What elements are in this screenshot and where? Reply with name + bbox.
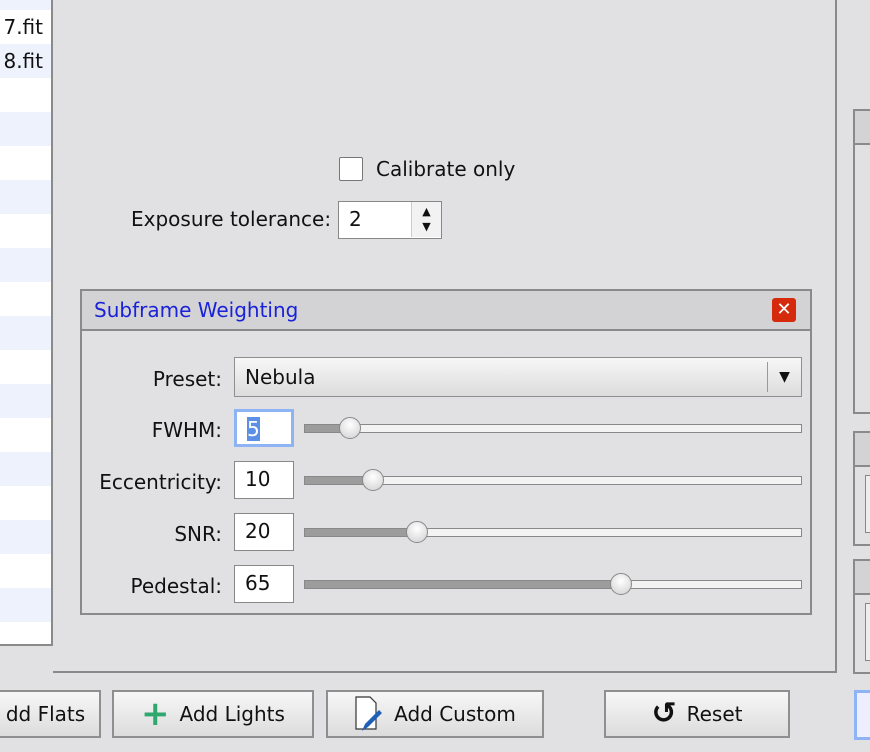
file-list-row[interactable] [0,112,51,146]
param-input[interactable]: 65 [234,565,294,603]
file-list-row[interactable] [0,622,51,644]
param-input[interactable]: 10 [234,461,294,499]
right-action-button[interactable] [854,690,870,740]
param-value: 5 [247,417,260,441]
preset-label: Preset: [152,367,222,391]
calibrate-only-checkbox[interactable] [339,157,363,181]
add-flats-button[interactable]: dd Flats [0,690,101,738]
slider-thumb[interactable] [609,573,632,595]
file-list-row[interactable] [0,384,51,418]
preset-value: Nebula [245,365,316,389]
reset-label: Reset [686,702,743,726]
file-list-row[interactable] [0,554,51,588]
file-list-row[interactable] [0,520,51,554]
right-panel-3 [853,559,870,674]
file-list-row[interactable] [0,316,51,350]
param-value: 65 [245,571,271,595]
file-list[interactable]: 7.fit 8.fit [0,0,53,646]
file-list-row[interactable] [0,180,51,214]
file-list-row[interactable] [0,248,51,282]
file-list-row[interactable]: 7.fit [0,10,51,44]
exposure-tolerance-spinner[interactable]: 2 ▲ ▼ [338,201,442,239]
right-panel-1 [853,109,870,414]
file-list-row[interactable] [0,282,51,316]
add-lights-button[interactable]: + Add Lights [112,690,314,738]
file-list-row[interactable] [0,146,51,180]
add-flats-label: dd Flats [5,702,86,726]
exposure-tolerance-value: 2 [349,207,362,231]
slider-thumb[interactable] [361,469,384,491]
reset-button[interactable]: ↺ Reset [604,690,790,738]
file-list-row[interactable] [0,214,51,248]
file-list-row[interactable] [0,486,51,520]
subframe-weighting-title: Subframe Weighting [94,298,299,322]
param-input[interactable]: 20 [234,513,294,551]
file-list-row[interactable] [0,588,51,622]
file-list-row[interactable] [0,452,51,486]
slider-thumb[interactable] [406,521,429,543]
file-list-row[interactable]: 8.fit [0,44,51,78]
right-panel-2 [853,431,870,546]
preset-dropdown[interactable]: Nebula ▼ [234,357,802,397]
document-edit-icon [355,696,383,731]
param-slider[interactable] [304,417,802,439]
calibrate-only-label: Calibrate only [376,157,516,181]
spinner-arrows-icon[interactable]: ▲ ▼ [411,202,441,237]
chevron-down-icon: ▼ [767,362,801,392]
add-custom-label: Add Custom [394,702,516,726]
param-label: Eccentricity: [99,470,222,494]
slider-thumb[interactable] [338,417,361,439]
param-label: SNR: [174,522,222,546]
param-label: FWHM: [151,418,222,442]
param-slider[interactable] [304,469,802,491]
param-value: 10 [245,467,271,491]
param-input[interactable]: 5 [234,409,294,447]
param-slider[interactable] [304,521,802,543]
subframe-weighting-header: Subframe Weighting ✕ [82,291,810,331]
file-list-row[interactable] [0,350,51,384]
plus-icon: + [141,694,170,734]
subframe-weighting-panel: Subframe Weighting ✕ Preset: Nebula ▼ FW… [80,289,812,615]
param-value: 20 [245,519,271,543]
add-lights-label: Add Lights [179,702,285,726]
reset-icon: ↺ [651,696,677,731]
param-slider[interactable] [304,573,802,595]
param-label: Pedestal: [130,574,222,598]
file-list-row[interactable] [0,0,51,10]
exposure-tolerance-label: Exposure tolerance: [131,207,332,231]
add-custom-button[interactable]: Add Custom [326,690,544,738]
close-icon[interactable]: ✕ [772,298,796,322]
file-list-row[interactable] [0,78,51,112]
file-list-row[interactable] [0,418,51,452]
